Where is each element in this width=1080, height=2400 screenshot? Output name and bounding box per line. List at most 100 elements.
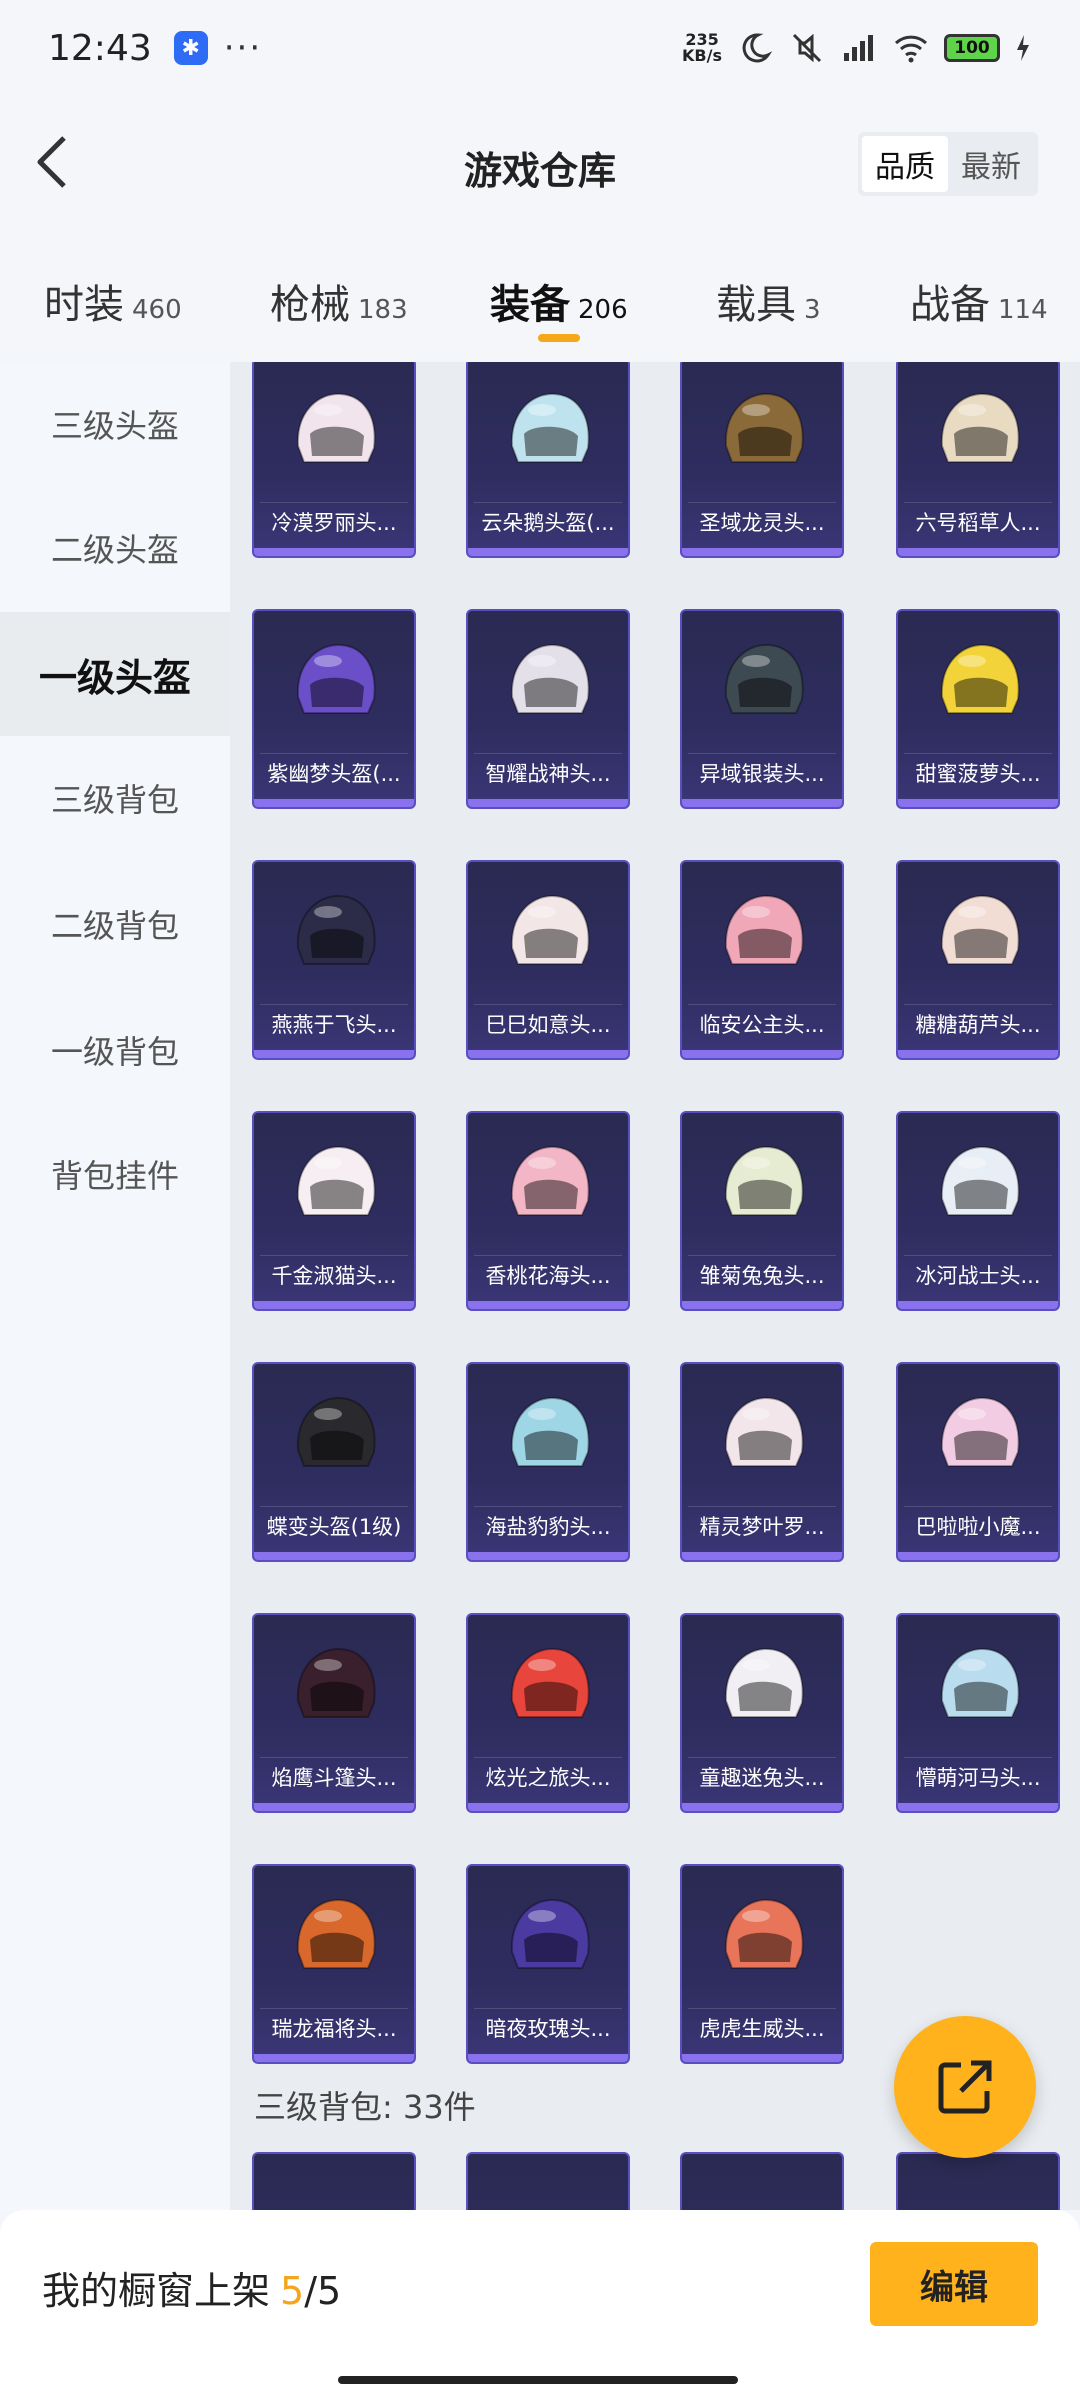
tab-vehicles[interactable]: 载具 3: [716, 272, 821, 330]
item-card[interactable]: 冷漠罗丽头...: [252, 362, 416, 558]
moon-icon: [742, 33, 773, 63]
item-card[interactable]: 雏菊兔兔头...: [680, 1111, 844, 1311]
sidebar-item-level3-backpack[interactable]: 三级背包: [0, 736, 230, 860]
helmet-icon: [296, 392, 376, 463]
item-name: 暗夜玫瑰头...: [474, 2008, 622, 2048]
section-label: 三级背包: 33件: [254, 2088, 476, 2126]
item-name: 六号稻草人...: [904, 502, 1052, 542]
item-card[interactable]: 云朵鹅头盔(...: [466, 362, 630, 558]
item-card[interactable]: 燕燕于飞头...: [252, 860, 416, 1060]
item-card[interactable]: [252, 2152, 416, 2210]
helmet-icon: [724, 392, 804, 463]
item-card[interactable]: 瑞龙福将头...: [252, 1864, 416, 2064]
helmet-icon: [296, 1898, 376, 1969]
item-name: 紫幽梦头盔(...: [260, 753, 408, 793]
sidebar-item-level3-helmet[interactable]: 三级头盔: [0, 362, 230, 486]
active-tab-indicator: [538, 334, 580, 342]
item-name: 虎虎生威头...: [688, 2008, 836, 2048]
item-card[interactable]: 甜蜜菠萝头...: [896, 609, 1060, 809]
tab-supplies[interactable]: 战备 114: [910, 272, 1048, 330]
item-name: 冰河战士头...: [904, 1255, 1052, 1295]
item-card[interactable]: 炫光之旅头...: [466, 1613, 630, 1813]
edit-button[interactable]: 编辑: [870, 2242, 1038, 2326]
helmet-icon: [510, 1396, 590, 1467]
item-card[interactable]: [896, 2152, 1060, 2210]
item-name: 冷漠罗丽头...: [260, 502, 408, 542]
helmet-icon: [510, 643, 590, 714]
sidebar-item-backpack-pendant[interactable]: 背包挂件: [0, 1112, 230, 1236]
item-name: 圣域龙灵头...: [688, 502, 836, 542]
item-card[interactable]: 异域银装头...: [680, 609, 844, 809]
tab-guns[interactable]: 枪械 183: [270, 272, 408, 330]
item-name: 巳巳如意头...: [474, 1004, 622, 1044]
item-name: 巴啦啦小魔...: [904, 1506, 1052, 1546]
helmet-icon: [724, 1145, 804, 1216]
item-name: 甜蜜菠萝头...: [904, 753, 1052, 793]
item-card[interactable]: 精灵梦叶罗...: [680, 1362, 844, 1562]
item-card[interactable]: 焰鹰斗篷头...: [252, 1613, 416, 1813]
item-card[interactable]: 虎虎生威头...: [680, 1864, 844, 2064]
item-name: 炫光之旅头...: [474, 1757, 622, 1797]
helmet-icon: [510, 1647, 590, 1718]
network-speed: 235 KB/s: [682, 30, 722, 65]
item-card[interactable]: 懵萌河马头...: [896, 1613, 1060, 1813]
home-indicator[interactable]: [338, 2376, 738, 2384]
item-card[interactable]: 冰河战士头...: [896, 1111, 1060, 1311]
sort-quality-option[interactable]: 品质: [862, 136, 948, 192]
item-card[interactable]: 圣域龙灵头...: [680, 362, 844, 558]
battery-indicator: 100: [944, 34, 1000, 62]
item-name: 异域银装头...: [688, 753, 836, 793]
item-card[interactable]: 千金淑猫头...: [252, 1111, 416, 1311]
helmet-icon: [940, 1396, 1020, 1467]
sidebar-item-level2-helmet[interactable]: 二级头盔: [0, 486, 230, 610]
item-name: 瑞龙福将头...: [260, 2008, 408, 2048]
item-name: 童趣迷兔头...: [688, 1757, 836, 1797]
item-card[interactable]: 暗夜玫瑰头...: [466, 1864, 630, 2064]
sidebar: 三级头盔 二级头盔 一级头盔 三级背包 二级背包 一级背包 背包挂件: [0, 362, 230, 2210]
helmet-icon: [296, 1145, 376, 1216]
item-card[interactable]: 紫幽梦头盔(...: [252, 609, 416, 809]
item-card[interactable]: [466, 2152, 630, 2210]
tab-fashion[interactable]: 时装 460: [44, 272, 182, 330]
item-card[interactable]: 巳巳如意头...: [466, 860, 630, 1060]
signal-icon: [844, 35, 873, 61]
wifi-icon: [894, 35, 928, 63]
item-name: 海盐豹豹头...: [474, 1506, 622, 1546]
item-card[interactable]: 巴啦啦小魔...: [896, 1362, 1060, 1562]
item-card[interactable]: 糖糖葫芦头...: [896, 860, 1060, 1060]
showcase-status: 我的橱窗上架 5 /5: [42, 2269, 342, 2313]
share-icon: [938, 2060, 992, 2114]
item-card[interactable]: 海盐豹豹头...: [466, 1362, 630, 1562]
tab-equipment[interactable]: 装备 206: [490, 272, 628, 330]
item-card[interactable]: [680, 2152, 844, 2210]
helmet-icon: [940, 643, 1020, 714]
item-card[interactable]: 香桃花海头...: [466, 1111, 630, 1311]
item-name: 焰鹰斗篷头...: [260, 1757, 408, 1797]
item-grid: 冷漠罗丽头... 云朵鹅头盔(... 圣域龙灵头... 六号稻草人... 紫幽梦头盔(.…: [230, 362, 1080, 2210]
helmet-icon: [510, 1145, 590, 1216]
backpack-icon: [932, 2178, 1028, 2210]
sort-toggle: 品质 最新: [858, 132, 1038, 196]
app-notification-icon: ✱: [173, 31, 208, 65]
item-name: 云朵鹅头盔(...: [474, 502, 622, 542]
item-card[interactable]: 蝶变头盔(1级): [252, 1362, 416, 1562]
item-card[interactable]: 童趣迷兔头...: [680, 1613, 844, 1813]
share-button[interactable]: [894, 2016, 1036, 2158]
helmet-icon: [940, 1647, 1020, 1718]
backpack-icon: [716, 2178, 812, 2210]
sidebar-item-level1-helmet[interactable]: 一级头盔: [0, 612, 230, 736]
item-name: 智耀战神头...: [474, 753, 622, 793]
item-card[interactable]: 临安公主头...: [680, 860, 844, 1060]
item-card[interactable]: 六号稻草人...: [896, 362, 1060, 558]
header: 游戏仓库 品质 最新: [0, 96, 1080, 232]
bottom-bar: 我的橱窗上架 5 /5 编辑: [0, 2210, 1080, 2400]
helmet-icon: [510, 894, 590, 965]
mute-icon: [792, 33, 822, 63]
helmet-icon: [724, 1898, 804, 1969]
item-card[interactable]: 智耀战神头...: [466, 609, 630, 809]
sort-latest-option[interactable]: 最新: [948, 136, 1034, 192]
sidebar-item-level2-backpack[interactable]: 二级背包: [0, 862, 230, 986]
sidebar-item-level1-backpack[interactable]: 一级背包: [0, 988, 230, 1112]
helmet-icon: [296, 1647, 376, 1718]
item-name: 雏菊兔兔头...: [688, 1255, 836, 1295]
